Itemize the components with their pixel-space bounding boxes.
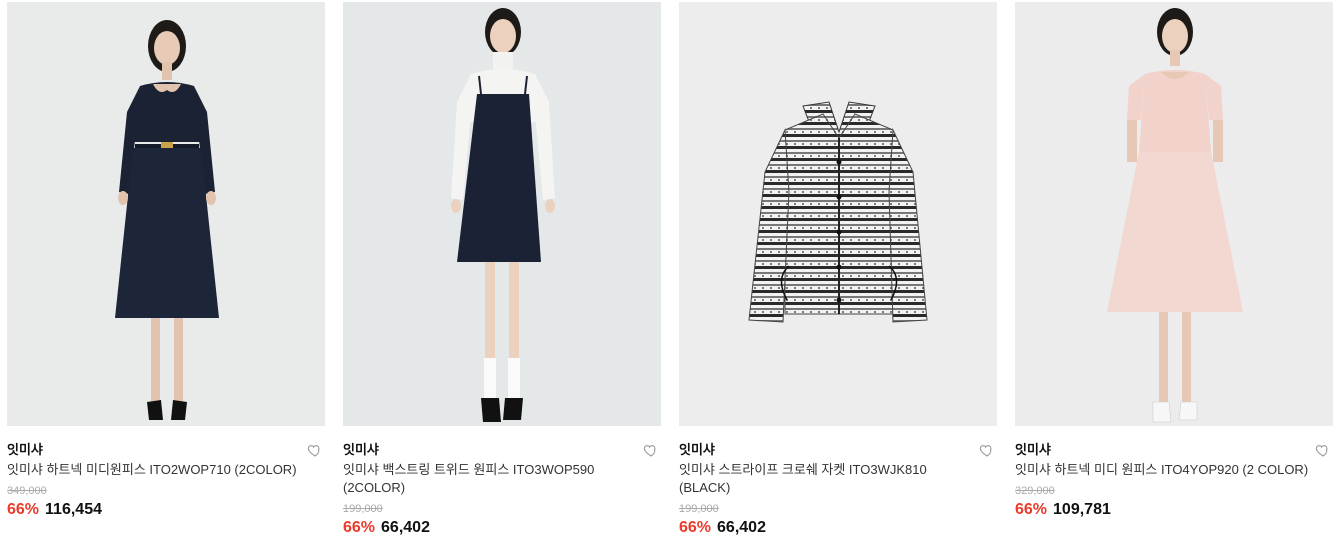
product-card[interactable]: 잇미샤 잇미샤 스트라이프 크로쉐 자켓 ITO3WJK810 (BLACK) … (679, 2, 997, 541)
brand-name[interactable]: 잇미샤 (1015, 440, 1333, 460)
heart-outline-icon[interactable] (979, 442, 995, 458)
product-image[interactable] (679, 2, 997, 426)
product-name[interactable]: 잇미샤 스트라이프 크로쉐 자켓 ITO3WJK810 (BLACK) (679, 461, 979, 497)
sale-price: 116,454 (45, 501, 102, 518)
product-info: 잇미샤 잇미샤 스트라이프 크로쉐 자켓 ITO3WJK810 (BLACK) … (679, 426, 997, 538)
product-image[interactable] (1015, 2, 1333, 426)
price-line: 66% 116,454 (7, 500, 325, 520)
sale-price: 109,781 (1053, 501, 1111, 518)
brand-name[interactable]: 잇미샤 (679, 440, 997, 460)
discount-rate: 66% (343, 519, 376, 536)
navy-tweed-slip-dress-photo (343, 2, 661, 426)
original-price: 329,000 (1015, 485, 1055, 497)
product-name[interactable]: 잇미샤 백스트링 트위드 원피스 ITO3WOP590 (2COLOR) (343, 461, 643, 497)
discount-rate: 66% (1015, 501, 1048, 518)
brand-name[interactable]: 잇미샤 (7, 440, 325, 460)
striped-crochet-jacket-photo (679, 2, 997, 426)
product-name[interactable]: 잇미샤 하트넥 미디 원피스 ITO4YOP920 (2 COLOR) (1015, 461, 1315, 479)
product-image[interactable] (7, 2, 325, 426)
sale-price: 66,402 (717, 519, 766, 536)
navy-midi-dress-photo (7, 2, 325, 426)
sale-price: 66,402 (381, 519, 430, 536)
brand-name[interactable]: 잇미샤 (343, 440, 661, 460)
heart-outline-icon[interactable] (643, 442, 659, 458)
product-info: 잇미샤 잇미샤 하트넥 미디원피스 ITO2WOP710 (2COLOR) 34… (7, 426, 325, 520)
original-price: 199,000 (343, 503, 383, 515)
product-grid: 잇미샤 잇미샤 하트넥 미디원피스 ITO2WOP710 (2COLOR) 34… (0, 0, 1343, 541)
discount-rate: 66% (7, 501, 40, 518)
price-line: 66% 109,781 (1015, 500, 1333, 520)
heart-outline-icon[interactable] (1315, 442, 1331, 458)
product-info: 잇미샤 잇미샤 하트넥 미디 원피스 ITO4YOP920 (2 COLOR) … (1015, 426, 1333, 520)
heart-outline-icon[interactable] (307, 442, 323, 458)
price-line: 66% 66,402 (343, 518, 661, 538)
price-line: 66% 66,402 (679, 518, 997, 538)
product-image[interactable] (343, 2, 661, 426)
product-card[interactable]: 잇미샤 잇미샤 하트넥 미디원피스 ITO2WOP710 (2COLOR) 34… (7, 2, 325, 541)
original-price: 349,000 (7, 485, 47, 497)
pink-midi-dress-photo (1015, 2, 1333, 426)
product-name[interactable]: 잇미샤 하트넥 미디원피스 ITO2WOP710 (2COLOR) (7, 461, 307, 479)
product-card[interactable]: 잇미샤 잇미샤 하트넥 미디 원피스 ITO4YOP920 (2 COLOR) … (1015, 2, 1333, 541)
product-info: 잇미샤 잇미샤 백스트링 트위드 원피스 ITO3WOP590 (2COLOR)… (343, 426, 661, 538)
discount-rate: 66% (679, 519, 712, 536)
product-card[interactable]: 잇미샤 잇미샤 백스트링 트위드 원피스 ITO3WOP590 (2COLOR)… (343, 2, 661, 541)
original-price: 199,000 (679, 503, 719, 515)
